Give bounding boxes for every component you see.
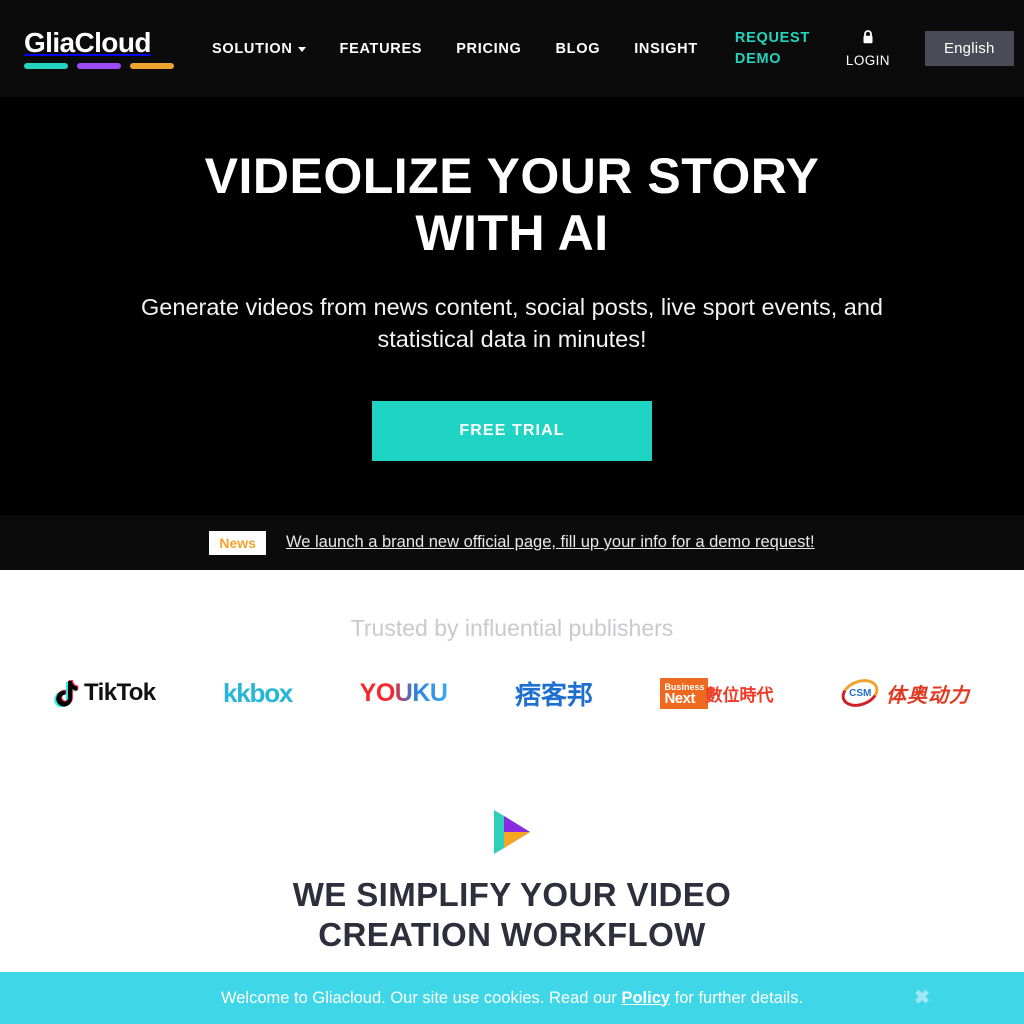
nav-item-solution[interactable]: SOLUTION <box>212 41 323 57</box>
language-selector-button[interactable]: English <box>924 31 1014 66</box>
publisher-logo-youku: YOUKU <box>360 670 448 716</box>
nav-item-pricing[interactable]: PRICING <box>439 41 538 57</box>
csm-badge: CSM <box>837 674 883 712</box>
logo-text: GliaCloud <box>24 27 151 58</box>
nav-item-request-demo[interactable]: REQUEST DEMO <box>715 28 809 70</box>
tiktok-icon: TikTok <box>54 679 156 707</box>
cookie-text-before: Welcome to Gliacloud. Our site use cooki… <box>220 988 622 1007</box>
publisher-logo-pixnet: 痞客邦 <box>515 670 593 716</box>
nav-links: SOLUTION FEATURES PRICING BLOG INSIGHT R… <box>212 0 1014 97</box>
business-next-box: Business Next <box>660 677 709 709</box>
business-next-mark: Business Next 數位時代 <box>660 677 774 709</box>
tiktok-wordmark: TikTok <box>84 679 156 706</box>
publisher-logo-kkbox: kkbox <box>223 670 293 716</box>
publisher-logo-csm: CSM 体奥动力 <box>837 670 970 716</box>
nav-item-insight[interactable]: INSIGHT <box>617 41 715 57</box>
news-message-link[interactable]: We launch a brand new official page, fil… <box>286 533 815 552</box>
trusted-publishers-title: Trusted by influential publishers <box>350 615 674 641</box>
lock-icon <box>861 29 875 50</box>
simplify-title: WE SIMPLIFY YOUR VIDEO CREATION WORKFLOW <box>292 876 732 953</box>
hero-title: VIDEOLIZE YOUR STORY WITH AI <box>204 148 820 261</box>
csm-badge-text: CSM <box>848 687 872 699</box>
login-button[interactable]: LOGIN <box>846 29 890 68</box>
news-badge: News <box>209 530 266 555</box>
youku-wordmark: YOUKU <box>359 678 448 707</box>
play-triangle-icon <box>490 808 534 861</box>
trusted-publishers-section: Trusted by influential publishers TikTok… <box>0 570 1024 780</box>
kkbox-wordmark: kkbox <box>223 677 293 708</box>
cookie-consent-banner: Welcome to Gliacloud. Our site use cooki… <box>0 972 1024 1024</box>
business-next-chinese: 數位時代 <box>705 685 774 705</box>
publisher-logo-row: TikTok kkbox YOUKU 痞客邦 Business Next 數位時… <box>32 670 992 716</box>
logo-bar-teal <box>24 63 68 69</box>
nav-item-blog[interactable]: BLOG <box>539 41 618 57</box>
cookie-text-after: for further details. <box>670 988 804 1007</box>
pixnet-text: 痞客邦 <box>514 679 593 710</box>
news-announcement-bar: News We launch a brand new official page… <box>0 515 1024 570</box>
chevron-down-icon <box>297 47 306 52</box>
nav-item-features[interactable]: FEATURES <box>323 41 440 57</box>
login-label: LOGIN <box>845 53 890 68</box>
publisher-logo-business-next: Business Next 數位時代 <box>660 670 773 716</box>
business-next-line2: Next <box>664 689 695 707</box>
nav-item-solution-label: SOLUTION <box>212 40 293 57</box>
hero-subtitle: Generate videos from news content, socia… <box>141 294 883 352</box>
logo-bar-orange <box>130 63 174 69</box>
top-navigation-bar: GliaCloud SOLUTION FEATURES PRICING BLOG… <box>0 0 1024 97</box>
publisher-logo-tiktok: TikTok <box>54 670 156 716</box>
cookie-policy-link[interactable]: Policy <box>621 989 670 1007</box>
free-trial-button[interactable]: FREE TRIAL <box>372 401 652 461</box>
cookie-banner-text: Welcome to Gliacloud. Our site use cooki… <box>221 989 803 1008</box>
close-icon[interactable]: ✖ <box>914 987 930 1010</box>
csm-chinese: 体奥动力 <box>885 684 970 707</box>
pixnet-wordmark: 痞客邦 <box>515 675 593 712</box>
logo-bar-purple <box>77 63 121 69</box>
csm-mark: CSM 体奥动力 <box>837 674 970 712</box>
logo-color-bars <box>24 63 174 69</box>
hero-section: VIDEOLIZE YOUR STORY WITH AI Generate vi… <box>0 97 1024 515</box>
site-logo[interactable]: GliaCloud <box>24 27 174 69</box>
